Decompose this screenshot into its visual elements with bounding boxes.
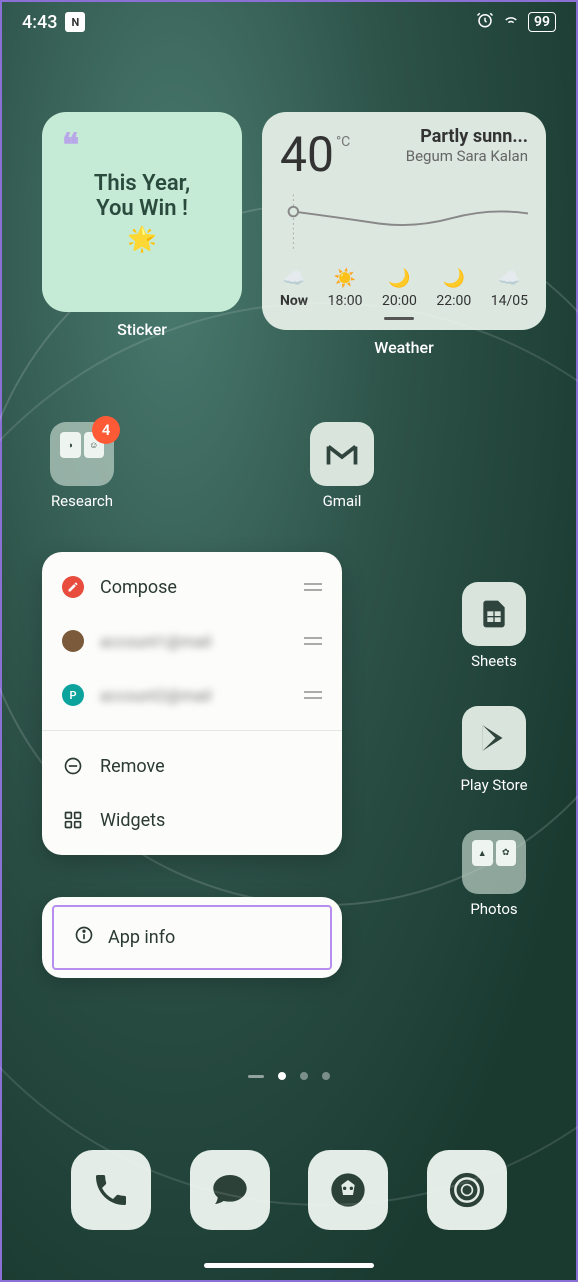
weather-graph bbox=[280, 193, 528, 264]
drag-handle-icon[interactable] bbox=[304, 631, 322, 652]
cloud-night-icon: ☁️ bbox=[498, 268, 520, 289]
hour-1: 18:00 bbox=[328, 293, 363, 309]
sheets-label: Sheets bbox=[471, 652, 517, 670]
account-email: account2@mail bbox=[100, 686, 211, 705]
play-store-app-icon[interactable] bbox=[462, 706, 526, 770]
home-indicator[interactable] bbox=[204, 1263, 374, 1268]
account-email: account1@mail bbox=[100, 632, 211, 651]
notification-app-icon: N bbox=[65, 12, 85, 32]
widgets-icon bbox=[62, 809, 84, 831]
research-folder[interactable]: ◑ ☺ 4 bbox=[50, 422, 114, 486]
alarm-icon bbox=[476, 11, 494, 34]
account-avatar bbox=[62, 630, 84, 652]
drag-handle-icon[interactable] bbox=[304, 685, 322, 706]
weather-temp: 40 bbox=[280, 126, 334, 183]
hour-2: 20:00 bbox=[382, 293, 417, 309]
weather-desc: Partly sunn... bbox=[406, 126, 528, 147]
browser-app-icon[interactable] bbox=[308, 1150, 388, 1230]
moon-icon: 🌙 bbox=[443, 268, 465, 289]
research-label: Research bbox=[51, 492, 113, 510]
app-info-label: App info bbox=[108, 927, 175, 948]
battery-level: 99 bbox=[528, 12, 556, 32]
dock bbox=[2, 1150, 576, 1230]
hour-3: 22:00 bbox=[436, 293, 471, 309]
account-menu-item[interactable]: account1@mail bbox=[42, 614, 342, 668]
page-indicator[interactable] bbox=[2, 1072, 576, 1080]
photos-folder[interactable]: ▲ ✿ bbox=[462, 830, 526, 894]
page-dot bbox=[322, 1072, 330, 1080]
play-store-label: Play Store bbox=[460, 776, 527, 794]
wifi-icon bbox=[502, 11, 520, 34]
sun-icon: ☀️ bbox=[334, 268, 356, 289]
weather-unit: °C bbox=[336, 134, 350, 150]
notification-badge: 4 bbox=[92, 416, 120, 444]
widgets-menu-item[interactable]: Widgets bbox=[42, 793, 342, 847]
phone-app-icon[interactable] bbox=[71, 1150, 151, 1230]
weather-location: Begum Sara Kalan bbox=[406, 147, 528, 165]
compose-menu-item[interactable]: Compose bbox=[42, 560, 342, 614]
gmail-app-icon[interactable] bbox=[310, 422, 374, 486]
status-bar: 4:43 N 99 bbox=[2, 2, 576, 42]
sticker-line1: This Year, bbox=[94, 171, 190, 196]
star-icon: 🌟 bbox=[127, 225, 157, 253]
camera-app-icon[interactable] bbox=[427, 1150, 507, 1230]
photos-label: Photos bbox=[470, 900, 517, 918]
compose-label: Compose bbox=[100, 577, 177, 598]
remove-menu-item[interactable]: Remove bbox=[42, 739, 342, 793]
page-dot-active bbox=[278, 1072, 286, 1080]
folder-mini-icon: ✿ bbox=[496, 840, 517, 866]
quote-icon: ❝ bbox=[62, 126, 79, 164]
messages-app-icon[interactable] bbox=[190, 1150, 270, 1230]
sticker-label: Sticker bbox=[42, 320, 242, 339]
info-icon bbox=[74, 925, 94, 950]
moon-icon: 🌙 bbox=[388, 268, 410, 289]
folder-mini-icon: ▲ bbox=[472, 840, 493, 866]
sheets-app-icon[interactable] bbox=[462, 582, 526, 646]
weather-widget[interactable]: 40 °C Partly sunn... Begum Sara Kalan ☁️… bbox=[262, 112, 546, 330]
sticker-widget[interactable]: ❝ This Year, You Win ! 🌟 bbox=[42, 112, 242, 312]
remove-label: Remove bbox=[100, 756, 165, 777]
drag-handle-icon[interactable] bbox=[304, 577, 322, 598]
sticker-line2: You Win ! bbox=[96, 196, 188, 221]
cloud-icon: ☁️ bbox=[283, 268, 305, 289]
hour-4: 14/05 bbox=[491, 293, 528, 309]
widgets-label: Widgets bbox=[100, 810, 165, 831]
account-menu-item[interactable]: P account2@mail bbox=[42, 668, 342, 722]
account-avatar: P bbox=[62, 684, 84, 706]
gmail-label: Gmail bbox=[323, 492, 362, 510]
app-info-card: App info bbox=[42, 897, 342, 978]
status-time: 4:43 bbox=[22, 12, 57, 33]
hour-now: Now bbox=[280, 293, 308, 309]
page-dash bbox=[248, 1075, 264, 1078]
remove-icon bbox=[62, 755, 84, 777]
page-dot bbox=[300, 1072, 308, 1080]
folder-mini-icon: ◑ bbox=[60, 432, 81, 458]
weather-widget-label: Weather bbox=[262, 338, 546, 357]
gmail-context-menu: Compose account1@mail P account2@mail bbox=[42, 552, 342, 855]
app-info-menu-item[interactable]: App info bbox=[52, 905, 332, 970]
compose-icon bbox=[62, 576, 84, 598]
